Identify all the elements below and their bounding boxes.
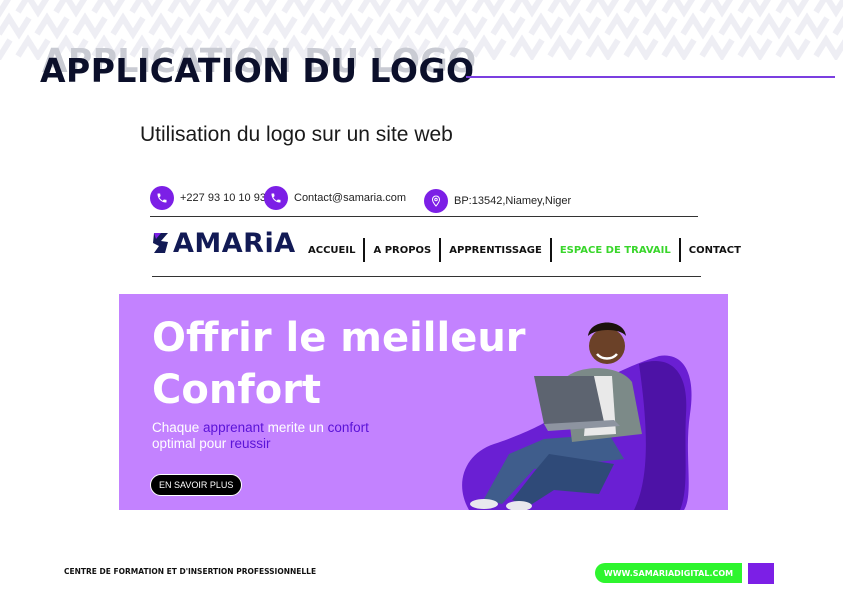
hero-text: Chaque apprenant merite un confort optima…	[152, 420, 422, 452]
nav-item-a-propos[interactable]: A PROPOS	[365, 237, 439, 263]
main-nav: ACCUEIL A PROPOS APPRENTISSAGE ESPACE DE…	[300, 237, 749, 263]
pattern-zigzag	[566, 12, 602, 40]
nav-item-espace-de-travail[interactable]: ESPACE DE TRAVAIL	[552, 237, 679, 263]
pattern-zigzag	[490, 12, 526, 40]
hero-text-highlight: apprenant	[203, 420, 264, 435]
pattern-zigzag	[0, 12, 32, 40]
pattern-zigzag	[756, 12, 792, 40]
pattern-zigzag	[243, 0, 278, 18]
pattern-zigzag	[832, 15, 843, 36]
page-title: APPLICATION DU LOGO	[40, 51, 475, 90]
pattern-zigzag	[585, 34, 621, 60]
pattern-zigzag	[110, 12, 146, 40]
pattern-zigzag	[661, 34, 697, 60]
hero-text-part: optimal pour	[152, 436, 231, 451]
pattern-zigzag	[813, 34, 843, 60]
pattern-zigzag	[91, 0, 126, 18]
hero-person-image	[462, 322, 692, 510]
pattern-zigzag	[547, 0, 582, 18]
pattern-zigzag	[623, 34, 659, 60]
footer-accent-square	[748, 563, 774, 584]
pattern-zigzag	[205, 0, 240, 18]
topbar-phone-text: +227 93 10 10 93	[180, 192, 266, 204]
website-topbar: +227 93 10 10 93 Contact@samaria.com BP:…	[150, 186, 710, 216]
pattern-zigzag	[224, 12, 260, 40]
pattern-zigzag	[72, 12, 108, 40]
topbar-email-text: Contact@samaria.com	[294, 192, 407, 204]
hero-text-part: merite un	[263, 420, 328, 435]
learn-more-button[interactable]: EN SAVOIR PLUS	[150, 474, 243, 496]
pattern-zigzag	[699, 34, 735, 60]
pattern-zigzag	[376, 12, 412, 40]
pattern-zigzag	[0, 0, 12, 18]
pattern-zigzag	[34, 12, 70, 40]
pattern-zigzag	[414, 12, 450, 40]
pattern-zigzag	[338, 12, 374, 40]
topbar-phone[interactable]: +227 93 10 10 93	[150, 186, 266, 210]
hero-banner: Offrir le meilleur Confort Chaque appren…	[119, 294, 728, 510]
nav-divider	[152, 276, 701, 277]
pattern-zigzag	[129, 0, 164, 18]
hero-text-highlight: confort	[327, 420, 369, 435]
title-underline	[466, 76, 835, 78]
footer-organization: CENTRE DE FORMATION ET D'INSERTION PROFE…	[64, 567, 317, 576]
pattern-zigzag	[794, 12, 830, 40]
pattern-zigzag	[737, 0, 772, 18]
pattern-zigzag	[300, 12, 336, 40]
pattern-zigzag	[186, 12, 222, 40]
pattern-zigzag	[585, 0, 620, 18]
pattern-zigzag	[623, 0, 658, 18]
pattern-zigzag	[604, 12, 640, 40]
pattern-zigzag	[0, 38, 13, 60]
pattern-zigzag	[262, 12, 298, 40]
pattern-zigzag	[452, 12, 488, 40]
pattern-zigzag	[319, 0, 354, 18]
pattern-zigzag	[148, 12, 184, 40]
phone-icon	[150, 186, 174, 210]
phone-icon	[264, 186, 288, 210]
pattern-zigzag	[775, 34, 811, 60]
pattern-zigzag	[53, 0, 88, 18]
pattern-zigzag	[737, 34, 773, 60]
samaria-logo-mark	[153, 233, 168, 253]
topbar-divider	[150, 216, 698, 217]
pattern-zigzag	[357, 0, 392, 18]
pattern-zigzag	[661, 0, 696, 18]
pattern-zigzag	[547, 34, 583, 60]
nav-item-contact[interactable]: CONTACT	[681, 237, 749, 263]
pattern-zigzag	[528, 12, 564, 40]
pattern-zigzag	[471, 0, 506, 18]
nav-item-accueil[interactable]: ACCUEIL	[300, 237, 363, 263]
pattern-zigzag	[699, 0, 734, 18]
logo-text: AMARiA	[173, 227, 296, 259]
hero-text-part: Chaque	[152, 420, 204, 435]
footer-website-link[interactable]: WWW.SAMARIADIGITAL.COM	[595, 563, 742, 583]
hero-text-highlight: reussir	[230, 436, 271, 451]
page-subtitle: Utilisation du logo sur un site web	[140, 123, 453, 146]
pattern-zigzag	[642, 12, 678, 40]
pattern-zigzag	[167, 0, 202, 18]
pattern-zigzag	[680, 12, 716, 40]
pattern-zigzag	[15, 0, 50, 18]
pattern-zigzag	[775, 0, 810, 18]
location-icon	[424, 189, 448, 213]
pattern-zigzag	[718, 12, 754, 40]
topbar-address-text: BP:13542,Niamey,Niger	[454, 195, 572, 207]
samaria-logo[interactable]: AMARiA	[151, 226, 296, 260]
pattern-zigzag	[433, 0, 468, 18]
topbar-email[interactable]: Contact@samaria.com	[264, 186, 406, 210]
pattern-zigzag	[509, 34, 545, 60]
pattern-zigzag	[471, 34, 507, 60]
nav-item-apprentissage[interactable]: APPRENTISSAGE	[441, 237, 550, 263]
pattern-zigzag	[281, 0, 316, 18]
pattern-zigzag	[509, 0, 544, 18]
pattern-zigzag	[813, 0, 843, 18]
topbar-address: BP:13542,Niamey,Niger	[424, 189, 571, 213]
pattern-zigzag	[395, 0, 430, 18]
